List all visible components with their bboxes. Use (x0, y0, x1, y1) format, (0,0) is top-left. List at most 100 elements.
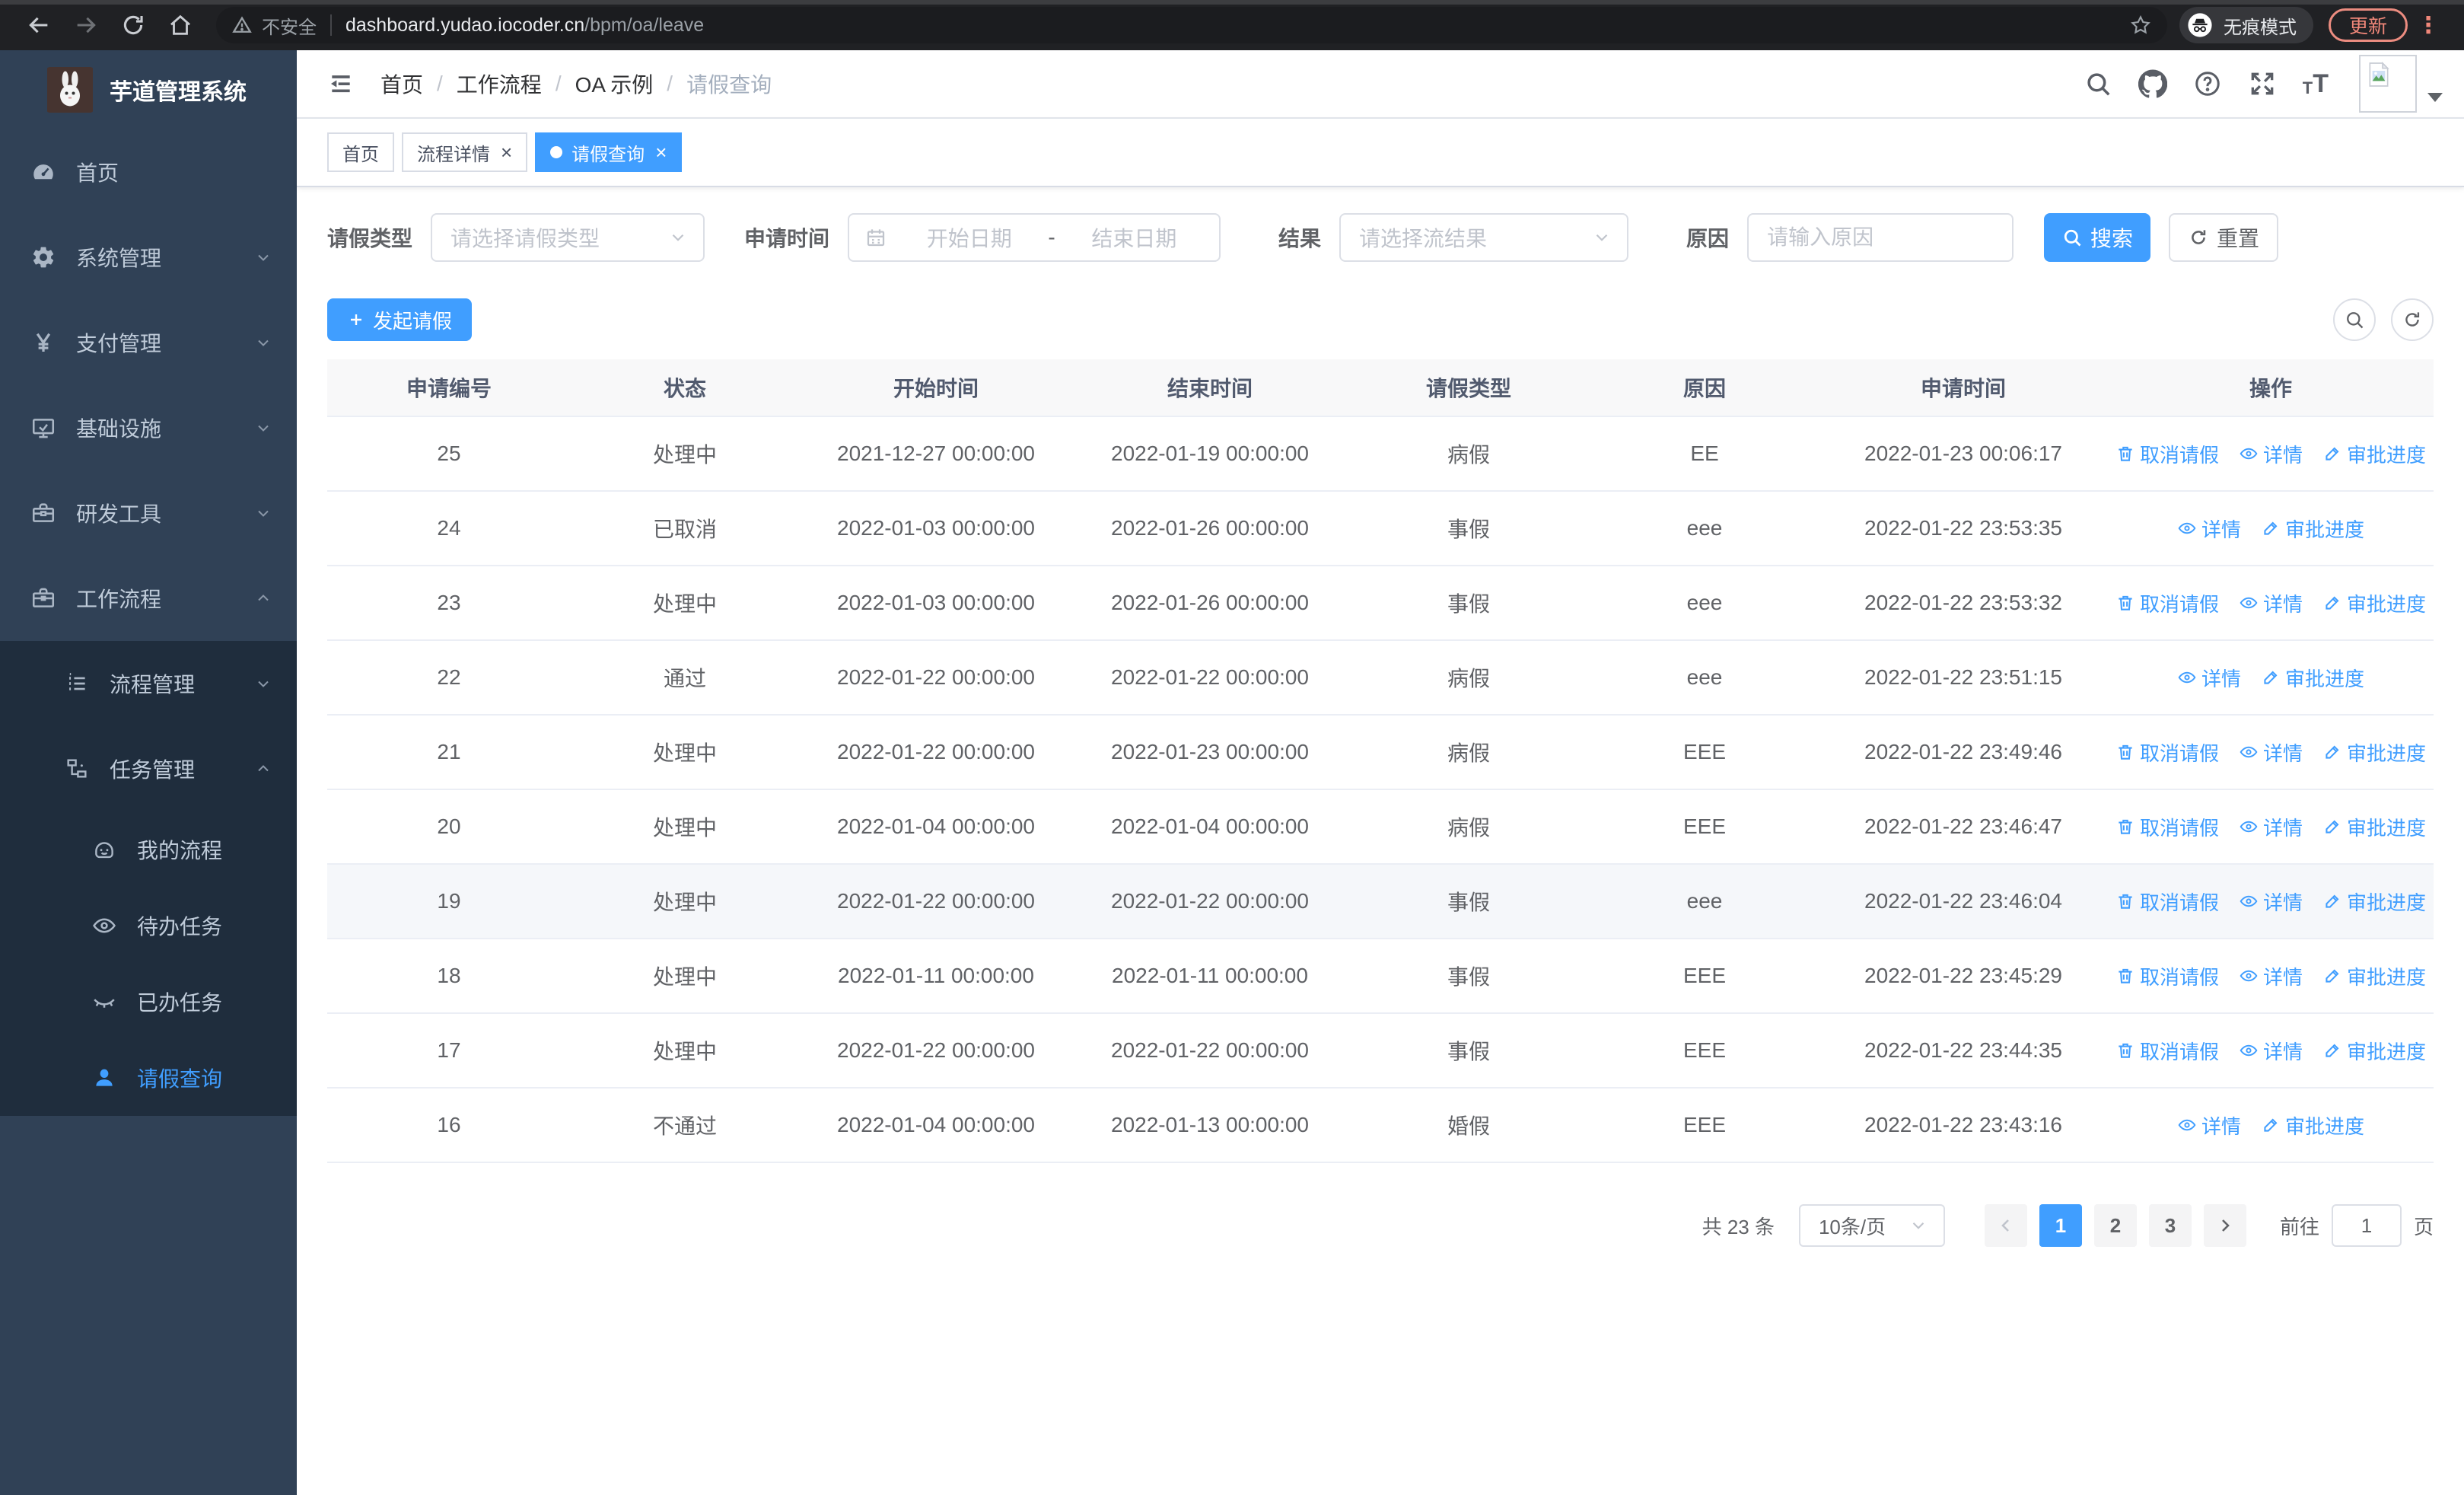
breadcrumb-item-oa[interactable]: OA 示例 (575, 69, 654, 99)
progress-link[interactable]: 审批进度 (2322, 888, 2426, 916)
detail-link[interactable]: 详情 (2177, 1111, 2241, 1140)
leave-type-select[interactable]: 请选择请假类型 (431, 213, 705, 262)
forward-icon[interactable] (73, 12, 99, 38)
sidebar-item-任务管理[interactable]: 任务管理 (0, 726, 297, 811)
detail-label: 详情 (2201, 518, 2241, 541)
detail-link[interactable]: 详情 (2239, 813, 2303, 841)
page-button-3[interactable]: 3 (2148, 1204, 2192, 1247)
sidebar-menu: 首页 系统管理 支付管理 基础设施 研发工具 工作流程 流程管理 任务管理 我的流程 待办任务 已办… (0, 129, 297, 1116)
cancel-link[interactable]: 取消请假 (2115, 589, 2219, 617)
url-bar[interactable]: 不安全 dashboard.yudao.iocoder.cn/bpm/oa/le… (216, 7, 2167, 43)
edit-icon (2322, 593, 2342, 613)
end-date-placeholder[interactable]: 结束日期 (1065, 222, 1204, 253)
detail-link[interactable]: 详情 (2239, 962, 2303, 990)
cancel-link[interactable]: 取消请假 (2115, 888, 2219, 916)
tab-首页[interactable]: 首页 (327, 132, 394, 172)
sidebar-item-我的流程[interactable]: 我的流程 (0, 811, 297, 888)
sidebar-item-待办任务[interactable]: 待办任务 (0, 888, 297, 964)
progress-link[interactable]: 审批进度 (2322, 813, 2426, 841)
sidebar-item-系统管理[interactable]: 系统管理 (0, 215, 297, 300)
close-icon[interactable]: × (655, 142, 667, 162)
font-size-icon[interactable]: TT (2303, 71, 2329, 97)
detail-link[interactable]: 详情 (2177, 515, 2241, 543)
cell-id: 20 (437, 814, 461, 838)
detail-link[interactable]: 详情 (2239, 440, 2303, 468)
reset-button[interactable]: 重置 (2169, 213, 2279, 262)
back-icon[interactable] (26, 12, 52, 38)
search-button[interactable]: 搜索 (2044, 213, 2151, 262)
cancel-link[interactable]: 取消请假 (2115, 1037, 2219, 1065)
tab-流程详情[interactable]: 流程详情 × (402, 132, 528, 172)
cell-reason: eee (1686, 665, 1723, 689)
eye-icon (2239, 1041, 2259, 1060)
sidebar-item-基础设施[interactable]: 基础设施 (0, 385, 297, 470)
detail-label: 详情 (2262, 592, 2303, 616)
cancel-link[interactable]: 取消请假 (2115, 738, 2219, 767)
cell-status: 处理中 (652, 1040, 717, 1063)
cancel-label: 取消请假 (2139, 741, 2219, 765)
close-icon[interactable]: × (501, 142, 512, 162)
cancel-link[interactable]: 取消请假 (2115, 440, 2219, 468)
detail-link[interactable]: 详情 (2239, 888, 2303, 916)
browser-menu-icon[interactable]: ⋮ (2417, 12, 2440, 39)
incognito-badge: 无痕模式 (2179, 7, 2313, 43)
chrome-update-button[interactable]: 更新 (2328, 8, 2408, 42)
sidebar-item-支付管理[interactable]: 支付管理 (0, 300, 297, 385)
result-select[interactable]: 请选择流结果 (1339, 213, 1629, 262)
cancel-link[interactable]: 取消请假 (2115, 813, 2219, 841)
sidebar-item-已办任务[interactable]: 已办任务 (0, 964, 297, 1040)
security-label[interactable]: 不安全 (262, 12, 317, 39)
reason-input[interactable] (1749, 225, 2013, 250)
sidebar-item-请假查询[interactable]: 请假查询 (0, 1040, 297, 1116)
user-avatar[interactable] (2359, 55, 2443, 113)
next-page-button[interactable] (2203, 1204, 2246, 1247)
start-date-placeholder[interactable]: 开始日期 (899, 222, 1039, 253)
home-icon[interactable] (167, 12, 193, 38)
page-size-select[interactable]: 10条/页 (1798, 1204, 1945, 1247)
breadcrumb-item-home[interactable]: 首页 (380, 69, 423, 99)
progress-link[interactable]: 审批进度 (2322, 738, 2426, 767)
apply-time-range-picker[interactable]: 开始日期 - 结束日期 (848, 213, 1221, 262)
header-search-icon[interactable] (2084, 69, 2112, 98)
cancel-link[interactable]: 取消请假 (2115, 962, 2219, 990)
cell-actions: 取消请假 详情 审批进度 (2108, 813, 2434, 841)
bookmark-star-icon[interactable] (2129, 14, 2152, 37)
progress-link[interactable]: 审批进度 (2322, 440, 2426, 468)
create-leave-button[interactable]: 发起请假 (327, 298, 473, 341)
cell-status: 通过 (663, 667, 706, 690)
sidebar-collapse-icon[interactable] (297, 69, 380, 99)
toggle-search-button[interactable] (2333, 298, 2376, 341)
progress-link[interactable]: 审批进度 (2322, 962, 2426, 990)
tab-请假查询[interactable]: 请假查询 × (535, 132, 683, 172)
progress-link[interactable]: 审批进度 (2322, 589, 2426, 617)
logo[interactable]: 芋道管理系统 (0, 50, 297, 129)
search-label: 搜索 (2090, 227, 2134, 250)
page-button-1[interactable]: 1 (2039, 1204, 2082, 1247)
progress-link[interactable]: 审批进度 (2261, 1111, 2364, 1140)
detail-link[interactable]: 详情 (2239, 1037, 2303, 1065)
not-secure-warning-icon[interactable] (231, 14, 253, 36)
refresh-table-button[interactable] (2391, 298, 2434, 341)
page-button-2[interactable]: 2 (2093, 1204, 2137, 1247)
navbar: 首页 / 工作流程 / OA 示例 / 请假查询 T T (297, 50, 2464, 119)
breadcrumb-item-workflow[interactable]: 工作流程 (457, 69, 542, 99)
url-path: /bpm/oa/leave (584, 14, 705, 36)
detail-link[interactable]: 详情 (2239, 738, 2303, 767)
progress-link[interactable]: 审批进度 (2261, 664, 2364, 692)
help-icon[interactable] (2193, 69, 2222, 98)
goto-page-input[interactable] (2331, 1204, 2402, 1247)
progress-link[interactable]: 审批进度 (2322, 1037, 2426, 1065)
progress-link[interactable]: 审批进度 (2261, 515, 2364, 543)
sidebar-item-首页[interactable]: 首页 (0, 129, 297, 215)
detail-link[interactable]: 详情 (2177, 664, 2241, 692)
table-row: 22 通过 2022-01-22 00:00:00 2022-01-22 00:00:… (327, 641, 2434, 716)
fullscreen-icon[interactable] (2248, 69, 2277, 98)
sidebar-item-流程管理[interactable]: 流程管理 (0, 641, 297, 726)
sidebar-item-工作流程[interactable]: 工作流程 (0, 556, 297, 641)
reload-icon[interactable] (120, 12, 146, 38)
detail-link[interactable]: 详情 (2239, 589, 2303, 617)
github-icon[interactable] (2138, 69, 2167, 98)
prev-page-button[interactable] (1984, 1204, 2027, 1247)
url-divider (330, 14, 332, 36)
sidebar-item-研发工具[interactable]: 研发工具 (0, 470, 297, 556)
